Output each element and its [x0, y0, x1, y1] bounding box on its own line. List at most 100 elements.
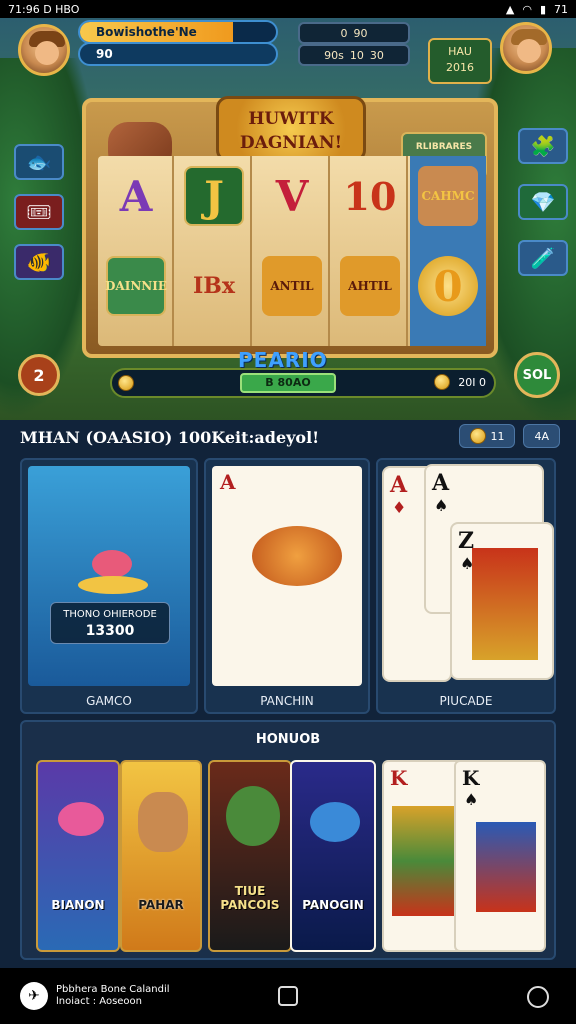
bonus-panel-value: 2016 [446, 61, 474, 74]
jackpot-title: THONO OHIERODE [63, 609, 157, 620]
reel-frame: HUWITK DAGNIAN! RLIBRARES HARADARE A DAI… [82, 96, 498, 358]
symbol-j: J [184, 166, 244, 226]
spin-label: SOL [522, 367, 552, 383]
mini-game-tiue-pancois[interactable]: TIUE PANCOIS [208, 760, 292, 952]
section-title: HONUOB [255, 732, 321, 747]
fish-icon [92, 550, 132, 578]
coin-bar: 90 [78, 42, 278, 66]
slot-scene: Bowishothe'Ne 90 0 90 90s 10 30 HAU 2016… [0, 18, 576, 420]
xp-bar: Bowishothe'Ne [78, 20, 278, 44]
playing-card-queen: Z ♠ [450, 522, 554, 680]
symbol-a: A [119, 171, 153, 221]
current-app[interactable]: ✈ Pbbhera Bone Calandil lnoiact : Aoseoo… [20, 982, 170, 1010]
spin-button[interactable]: SOL [514, 352, 560, 398]
featured-games-section: HONUOB BIANON PAHAR TIUE PANCOIS PANOGIN… [20, 720, 556, 960]
stat-top-b: 90 [353, 26, 368, 40]
reel-2: J IBx [176, 156, 252, 346]
game-card-label: PANCHIN [260, 694, 314, 708]
bonus-panel-title: HAU [448, 45, 472, 58]
reel-1: A DAINNIE [98, 156, 174, 346]
battery-level: 71 [554, 2, 568, 16]
card-art [392, 806, 458, 916]
mini-game-panogin[interactable]: PANOGIN [290, 760, 376, 952]
level-badge[interactable]: 2 [18, 354, 60, 396]
game-card-label: GAMCO [86, 694, 132, 708]
fishing-art: THONO OHIERODE 13300 [28, 466, 190, 686]
stat-bottom-b: 10 [349, 48, 364, 62]
app-name: Pbbhera Bone Calandil [56, 984, 170, 995]
potion-icon[interactable]: 🧪 [518, 240, 568, 276]
ticket-icon[interactable]: 🎟 [14, 194, 64, 230]
lobby-chips: 11 4A [459, 424, 560, 448]
game-card-label: PIUCADE [439, 694, 493, 708]
coin-chip[interactable]: 11 [459, 424, 516, 448]
coin-chip-value: 11 [490, 429, 505, 443]
coin-pile-icon [78, 576, 148, 594]
jackpot-value: 13300 [85, 623, 135, 639]
card-rank-k: K [390, 766, 408, 790]
game-card-fish-cards[interactable]: A PANCHIN [204, 458, 370, 714]
coin-balance: 90 [96, 47, 113, 61]
symbol-cahmc: CAHMC [418, 166, 478, 226]
player-avatar[interactable] [18, 24, 70, 76]
opponent-avatar[interactable] [500, 22, 552, 74]
badge-dainnie: DAINNIE [105, 256, 167, 316]
swordfish-icon [310, 802, 360, 842]
mini-game-label: PAHAR [138, 898, 184, 912]
wifi-icon: ◠ [522, 2, 532, 16]
mini-game-card-k-spade[interactable]: K ♠ [454, 760, 546, 952]
reels[interactable]: A DAINNIE J IBx V ANTIL 10 AHTIL CAHMC 0 [98, 156, 486, 346]
win-amount: 20I 0 [434, 374, 486, 390]
slot-title-line1: HUWITK [248, 109, 334, 129]
game-card-poker[interactable]: A ♦ A ♠ Z ♠ PIUCADE [376, 458, 556, 714]
gem-chip-value: 4A [534, 429, 549, 443]
reel-5: CAHMC 0 [410, 156, 486, 346]
navigation-bar: ✈ Pbbhera Bone Calandil lnoiact : Aoseoo… [0, 968, 576, 1024]
game-lobby: MHAN (OAASIO) 100Keit:adeyol! 11 4A THON… [0, 420, 576, 968]
game-card-fishing[interactable]: THONO OHIERODE 13300 GAMCO [20, 458, 198, 714]
signal-icon: ▮ [539, 2, 546, 16]
jackpot-plate: THONO OHIERODE 13300 [50, 602, 170, 644]
reel-4: 10 AHTIL [332, 156, 408, 346]
status-icons: ▲ ◠ ▮ 71 [506, 3, 568, 16]
stat-top-a: 0 [340, 26, 348, 40]
slot-title-line2: DAGNIAN! [239, 133, 343, 153]
symbol-10: 10 [343, 173, 397, 219]
gem-chip[interactable]: 4A [523, 424, 560, 448]
puzzle-icon[interactable]: 🧩 [518, 128, 568, 164]
home-button[interactable] [278, 986, 298, 1006]
badge-ahtil: AHTIL [340, 256, 400, 316]
status-bar: 71:96 D HBO ▲ ◠ ▮ 71 [0, 0, 576, 18]
reel-3: V ANTIL [254, 156, 330, 346]
mini-game-pahar[interactable]: PAHAR [120, 760, 202, 952]
app-info: Pbbhera Bone Calandil lnoiact : Aoseoon [56, 984, 170, 1008]
mini-game-label: BIANON [51, 898, 105, 912]
symbol-o: 0 [418, 256, 478, 316]
fish-icon[interactable]: 🐟 [14, 144, 64, 180]
status-time: 71:96 D HBO [8, 2, 80, 16]
player-name: Bowishothe'Ne [96, 25, 197, 39]
mini-game-label: TIUE PANCOIS [220, 884, 280, 912]
badge-ibx: IBx [192, 273, 235, 299]
symbol-v: V [275, 171, 309, 221]
bet-amount-button[interactable]: B 80AO [240, 373, 336, 393]
level-number: 2 [33, 365, 45, 385]
coin-icon [118, 375, 134, 391]
coin-icon [470, 428, 487, 444]
card-rank-k: K [462, 766, 480, 790]
fish-icon [58, 802, 104, 836]
app-icon: ✈ [20, 982, 48, 1010]
gem-icon[interactable]: 💎 [518, 184, 568, 220]
card-art [476, 822, 536, 912]
bet-bar: B 80AO 20I 0 [110, 368, 496, 398]
mini-game-bianon[interactable]: BIANON [36, 760, 120, 952]
purple-fish-icon[interactable]: 🐠 [14, 244, 64, 280]
badge-antil: ANTIL [262, 256, 322, 316]
spade-icon: ♠ [464, 790, 479, 809]
alert-icon: ▲ [505, 2, 515, 16]
stat-box-top: 0 90 [298, 22, 410, 44]
recents-button[interactable] [527, 986, 549, 1008]
queen-art [472, 548, 538, 660]
goldfish-icon [252, 526, 342, 586]
bonus-panel[interactable]: HAU 2016 [428, 38, 492, 84]
